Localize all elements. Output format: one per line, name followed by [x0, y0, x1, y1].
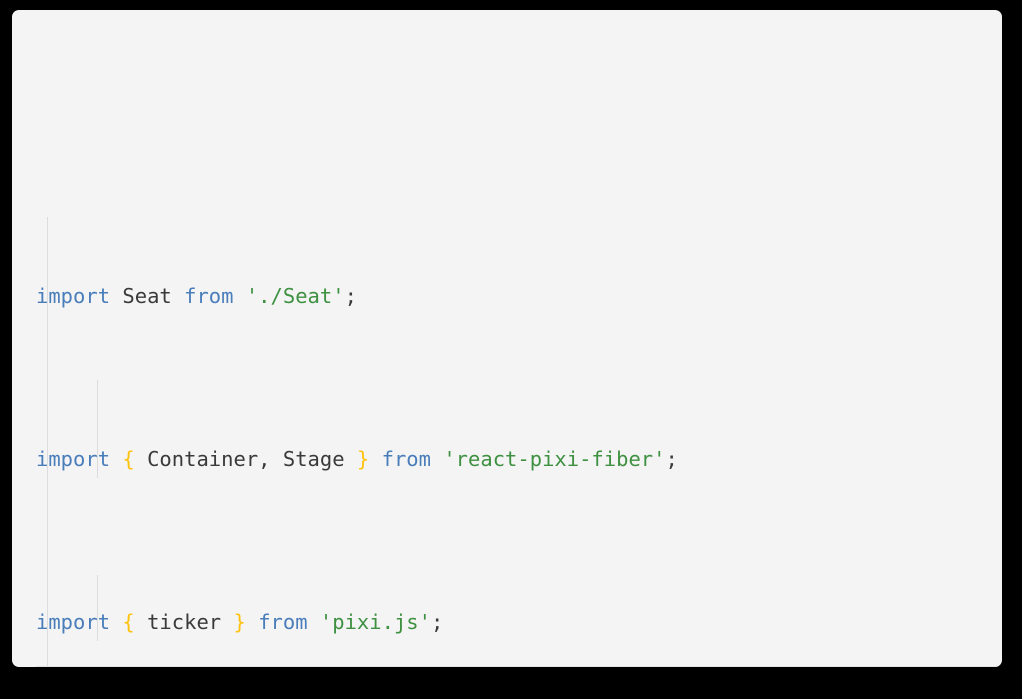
token-import-keyword: import — [36, 609, 111, 634]
token-string-seat-path: './Seat' — [245, 284, 345, 309]
token-import-keyword: import — [36, 284, 111, 309]
token-brace-close: } — [356, 447, 370, 472]
code-line-1: import Seat from './Seat'; — [12, 280, 1002, 313]
token-semicolon: ; — [665, 447, 678, 472]
token-brace-open: { — [122, 609, 135, 634]
code-line-3: import { ticker } from 'pixi.js'; — [12, 606, 1002, 639]
token-import-keyword: import — [36, 447, 111, 472]
token-named-imports: Container, Stage — [134, 447, 357, 472]
code-line-2: import { Container, Stage } from 'react-… — [12, 443, 1002, 476]
token-brace-close: } — [233, 609, 246, 634]
code-content[interactable]: import Seat from './Seat'; import { Cont… — [12, 10, 1002, 667]
token-semicolon: ; — [431, 609, 444, 634]
token-from-keyword: from — [258, 609, 308, 634]
token-semicolon: ; — [344, 284, 357, 309]
token-named-imports: ticker — [134, 609, 234, 634]
token-from-keyword: from — [184, 284, 234, 309]
code-editor-panel: import Seat from './Seat'; import { Cont… — [12, 10, 1002, 667]
token-from-keyword: from — [381, 447, 431, 472]
token-identifier-seat: Seat — [122, 284, 172, 309]
panel-bottom-divider — [36, 666, 1002, 667]
token-brace-open: { — [122, 447, 135, 472]
token-string-pixi-js: 'pixi.js' — [319, 609, 431, 634]
token-string-react-pixi-fiber: 'react-pixi-fiber' — [443, 447, 666, 472]
